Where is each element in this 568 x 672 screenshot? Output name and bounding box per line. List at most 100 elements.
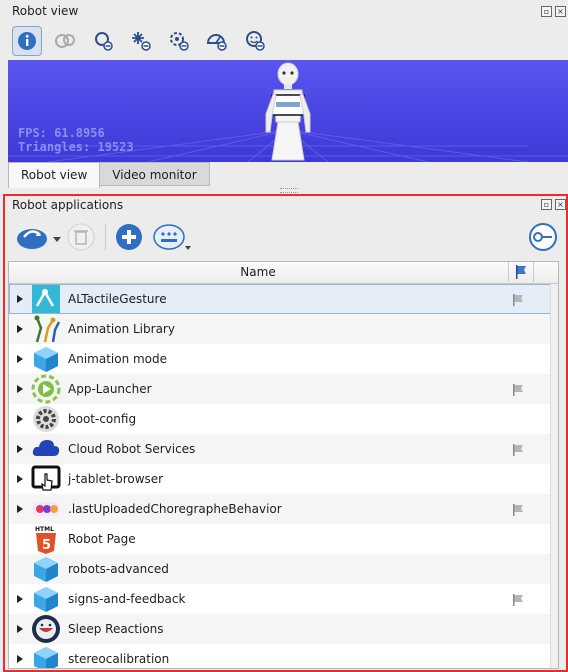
application-name: signs-and-feedback [68, 592, 186, 606]
application-row[interactable]: stereocalibration [9, 644, 552, 668]
add-package-button[interactable] [113, 222, 145, 252]
html5-icon: HTML 5 [31, 524, 61, 554]
install-package-button[interactable] [14, 222, 64, 252]
application-name: Sleep Reactions [68, 622, 164, 636]
application-row[interactable]: j-tablet-browser [9, 464, 552, 494]
robot-view-toolbar [12, 26, 270, 56]
application-name: App-Launcher [68, 382, 152, 396]
tab-video-monitor[interactable]: Video monitor [99, 162, 210, 186]
info-icon [18, 32, 36, 50]
expand-arrow-icon[interactable] [9, 444, 31, 454]
cube-icon [31, 554, 61, 584]
gear-icon [31, 404, 61, 434]
expand-arrow-icon[interactable] [9, 324, 31, 334]
collapse-panel-button[interactable] [526, 222, 560, 252]
application-row[interactable]: .lastUploadedChoregrapheBehavior [9, 494, 552, 524]
application-row[interactable]: boot-config [9, 404, 552, 434]
cube-icon [31, 584, 61, 614]
sensors-toggle-button[interactable] [126, 26, 156, 56]
face-toggle-button[interactable] [240, 26, 270, 56]
default-flag-icon[interactable] [511, 593, 525, 610]
expand-arrow-icon[interactable] [9, 414, 31, 424]
expand-arrow-icon[interactable] [9, 354, 31, 364]
svg-text:HTML: HTML [35, 526, 54, 533]
settings-dropdown-button[interactable] [153, 222, 193, 252]
default-flag-icon[interactable] [511, 293, 525, 310]
application-row[interactable]: Animation Library [9, 314, 552, 344]
cogs-icon [55, 34, 75, 48]
expand-arrow-icon[interactable] [9, 474, 31, 484]
application-row[interactable]: robots-advanced [9, 554, 552, 584]
application-row[interactable]: signs-and-feedback [9, 584, 552, 614]
default-flag-icon[interactable] [511, 503, 525, 520]
delete-package-button[interactable] [64, 222, 98, 252]
joints-toggle-button[interactable] [88, 26, 118, 56]
trash-icon [67, 223, 95, 251]
float-icon[interactable]: ▫ [541, 6, 552, 17]
list-scrollbar[interactable] [550, 284, 558, 668]
svg-text:5: 5 [42, 538, 51, 553]
close-icon[interactable]: × [555, 6, 566, 17]
triangles-readout: Triangles: 19523 [18, 140, 134, 154]
choregraphe-icon [31, 494, 61, 524]
bumpers-toggle-button[interactable] [164, 26, 194, 56]
expand-arrow-icon[interactable] [9, 594, 31, 604]
face-hide-icon [246, 31, 265, 51]
robot-applications-toolbar [14, 222, 193, 252]
expand-arrow-icon[interactable] [9, 654, 31, 664]
application-row[interactable]: App-Launcher [9, 374, 552, 404]
cogs-button[interactable] [50, 26, 80, 56]
application-name: Animation Library [68, 322, 175, 336]
camera-hide-icon [206, 34, 227, 51]
robot-3d-viewport[interactable]: FPS: 61.8956 Triangles: 19523 [8, 60, 568, 162]
application-row[interactable]: HTML 5 Robot Page [9, 524, 552, 554]
application-name: Cloud Robot Services [68, 442, 196, 456]
application-name: Animation mode [68, 352, 168, 366]
app-launcher-icon [31, 374, 61, 404]
application-name: Robot Page [68, 532, 136, 546]
info-button[interactable] [12, 26, 42, 56]
cube-icon [31, 644, 61, 668]
list-header: Name [9, 262, 558, 284]
tactile-gesture-icon [31, 284, 61, 314]
robot-view-tabs: Robot view Video monitor [8, 162, 210, 188]
application-row[interactable]: Sleep Reactions [9, 614, 552, 644]
list-rows: ALTactileGesture Animation Library Animati… [9, 284, 552, 668]
application-name: stereocalibration [68, 652, 170, 666]
column-header-default-flag[interactable] [508, 262, 534, 282]
sleep-reactions-icon [31, 614, 61, 644]
animation-library-icon [31, 314, 61, 344]
robot-view-dock-buttons: ▫ × [541, 6, 566, 17]
expand-arrow-icon[interactable] [9, 504, 31, 514]
column-header-name[interactable]: Name [9, 265, 507, 279]
plus-icon [116, 224, 142, 250]
expand-arrow-icon[interactable] [9, 294, 31, 304]
application-row[interactable]: Cloud Robot Services [9, 434, 552, 464]
robot-applications-title: Robot applications [12, 198, 124, 212]
cloud-icon [31, 434, 61, 464]
install-package-icon [17, 229, 61, 249]
tab-robot-view[interactable]: Robot view [8, 162, 101, 188]
application-row[interactable]: ALTactileGesture [9, 284, 552, 314]
panel-splitter-handle[interactable] [280, 188, 298, 193]
default-flag-icon[interactable] [511, 443, 525, 460]
bumpers-hide-icon [170, 32, 189, 51]
robot-settings-icon [153, 224, 191, 250]
tablet-touch-icon [31, 464, 61, 494]
application-row[interactable]: Animation mode [9, 344, 552, 374]
toolbar-separator [105, 224, 106, 250]
close-icon[interactable]: × [555, 199, 566, 210]
flag-icon [516, 265, 526, 279]
float-icon[interactable]: ▫ [541, 199, 552, 210]
fps-readout: FPS: 61.8956 [18, 126, 105, 140]
expand-arrow-icon[interactable] [9, 624, 31, 634]
cube-icon [31, 344, 61, 374]
default-flag-icon[interactable] [511, 383, 525, 400]
pepper-robot-model [265, 62, 311, 161]
application-name: .lastUploadedChoregrapheBehavior [68, 502, 282, 516]
application-name: boot-config [68, 412, 137, 426]
sensors-hide-icon [132, 32, 151, 51]
expand-arrow-icon[interactable] [9, 384, 31, 394]
camera-toggle-button[interactable] [202, 26, 232, 56]
application-name: j-tablet-browser [68, 472, 164, 486]
